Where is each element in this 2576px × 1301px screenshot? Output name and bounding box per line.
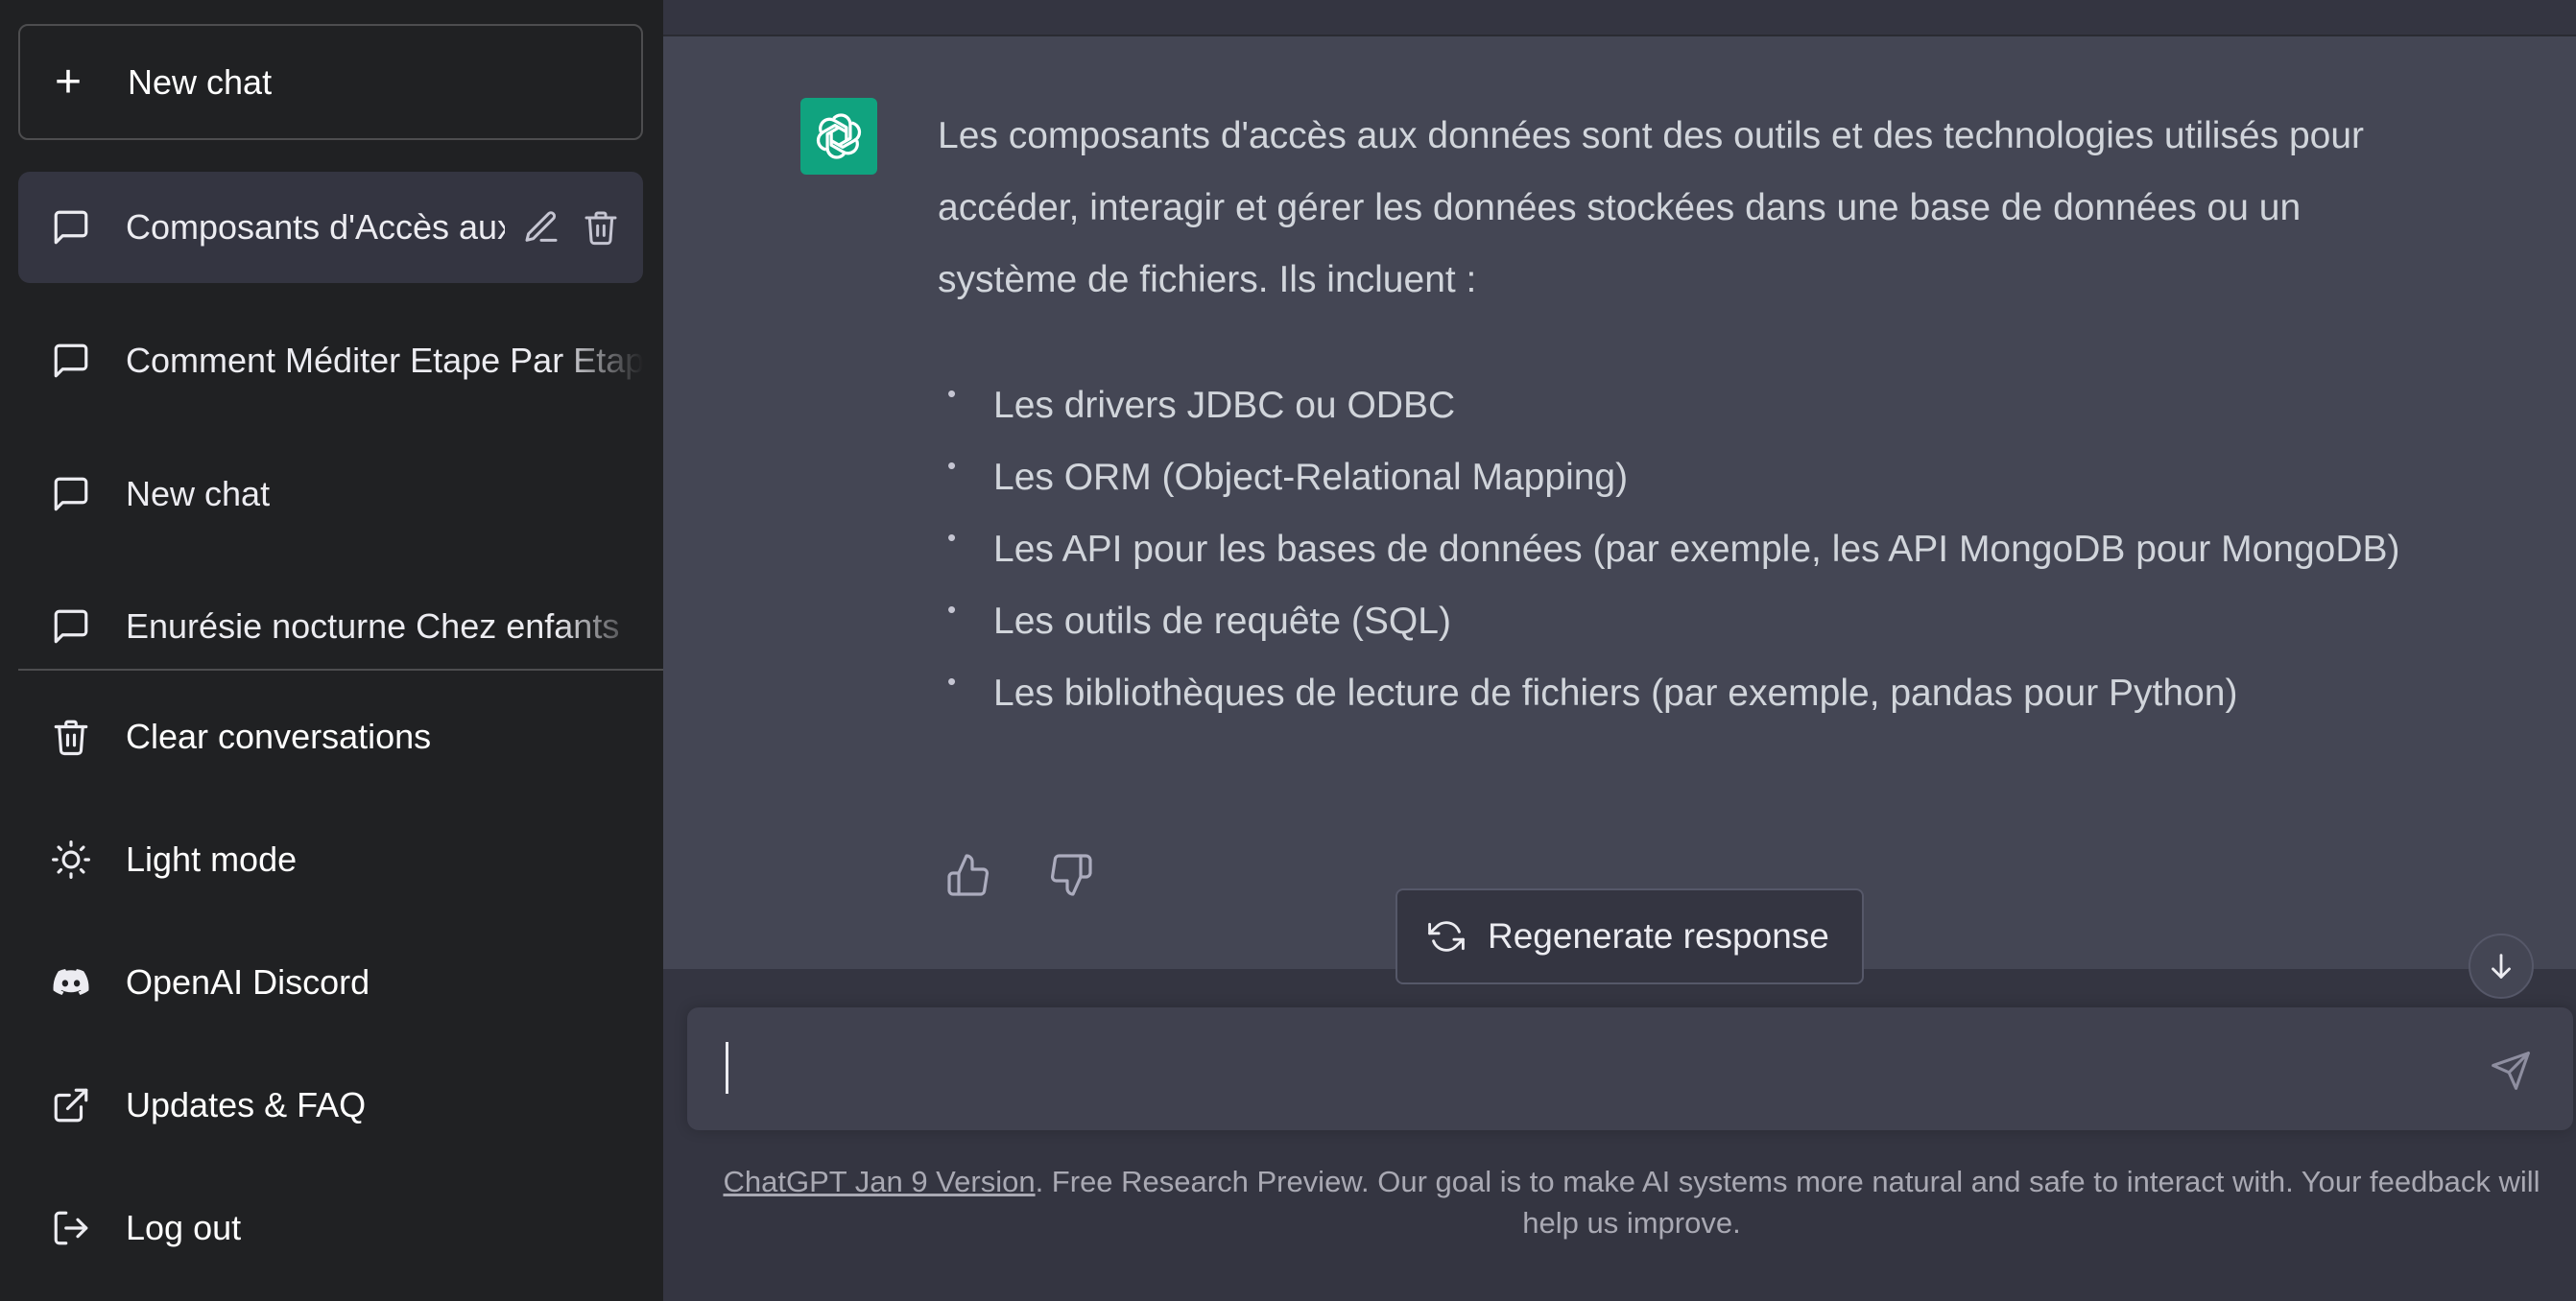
message-input[interactable] <box>726 1036 2472 1103</box>
conversation-title: Composants d'Accès aux Données <box>126 207 505 247</box>
footer-disclaimer: ChatGPT Jan 9 Version. Free Research Pre… <box>710 1161 2553 1243</box>
send-icon[interactable] <box>2490 1050 2532 1092</box>
message-input-container <box>687 1007 2573 1130</box>
updates-faq-link[interactable]: Updates & FAQ <box>18 1057 643 1153</box>
conversation-item[interactable]: Enurésie nocturne Chez enfants <box>18 571 643 682</box>
conversation-title: Enurésie nocturne Chez enfants <box>126 606 643 647</box>
list-item: Les bibliothèques de lecture de fichiers… <box>938 646 2435 729</box>
conversation-item[interactable]: New chat <box>18 438 643 550</box>
log-out-button[interactable]: Log out <box>18 1180 643 1276</box>
light-mode-label: Light mode <box>126 840 298 879</box>
refresh-icon <box>1428 921 1465 952</box>
clear-conversations-button[interactable]: Clear conversations <box>18 689 643 785</box>
chat-bubble-icon <box>54 477 88 511</box>
thumbs-up-icon[interactable] <box>945 852 991 898</box>
openai-discord-label: OpenAI Discord <box>126 962 370 1002</box>
chat-bubble-icon <box>54 609 88 644</box>
conversation-item[interactable]: Comment Méditer Etape Par Etape <box>18 305 643 416</box>
list-item: Les ORM (Object-Relational Mapping) <box>938 430 2435 513</box>
regenerate-response-button[interactable]: Regenerate response <box>1395 888 1864 984</box>
list-item: Les API pour les bases de données (par e… <box>938 502 2435 585</box>
regenerate-label: Regenerate response <box>1488 916 1829 956</box>
top-bar <box>663 0 2576 36</box>
chat-bubble-icon <box>54 210 88 245</box>
light-mode-button[interactable]: Light mode <box>18 812 643 908</box>
scroll-to-bottom-button[interactable] <box>2469 934 2534 999</box>
openai-logo-icon <box>800 98 877 175</box>
footer-text: . Free Research Preview. Our goal is to … <box>1035 1165 2540 1240</box>
text-caret <box>726 1042 728 1094</box>
list-item: Les outils de requête (SQL) <box>938 574 2435 657</box>
conversation-item-active[interactable]: Composants d'Accès aux Données <box>18 172 643 283</box>
message-list: Les drivers JDBC ou ODBC Les ORM (Object… <box>938 358 2435 729</box>
new-chat-label: New chat <box>128 61 273 102</box>
trash-icon <box>54 720 88 756</box>
version-link[interactable]: ChatGPT Jan 9 Version <box>723 1165 1035 1198</box>
log-out-label: Log out <box>126 1208 242 1247</box>
clear-conversations-label: Clear conversations <box>126 717 432 756</box>
conversation-title: Comment Méditer Etape Par Etape <box>126 341 643 381</box>
trash-icon[interactable] <box>582 208 620 247</box>
sidebar: + New chat Composants d'Accès aux Donnée… <box>0 0 663 1301</box>
logout-icon <box>54 1211 88 1245</box>
conversation-title: New chat <box>126 474 271 513</box>
thumbs-down-icon[interactable] <box>1048 852 1094 898</box>
openai-discord-link[interactable]: OpenAI Discord <box>18 934 643 1030</box>
edit-icon[interactable] <box>522 208 561 247</box>
list-item: Les drivers JDBC ou ODBC <box>938 358 2435 441</box>
sun-icon <box>52 840 90 879</box>
chat-bubble-icon <box>54 343 88 378</box>
new-chat-button[interactable]: + New chat <box>18 24 643 140</box>
updates-faq-label: Updates & FAQ <box>126 1085 367 1124</box>
sidebar-divider <box>18 669 663 671</box>
discord-icon <box>53 969 89 995</box>
plus-icon: + <box>55 56 83 107</box>
assistant-message: Les composants d'accès aux données sont … <box>663 36 2576 969</box>
message-intro: Les composants d'accès aux données sont … <box>938 115 2365 300</box>
arrow-down-icon <box>2492 954 2511 979</box>
external-link-icon <box>54 1088 88 1123</box>
